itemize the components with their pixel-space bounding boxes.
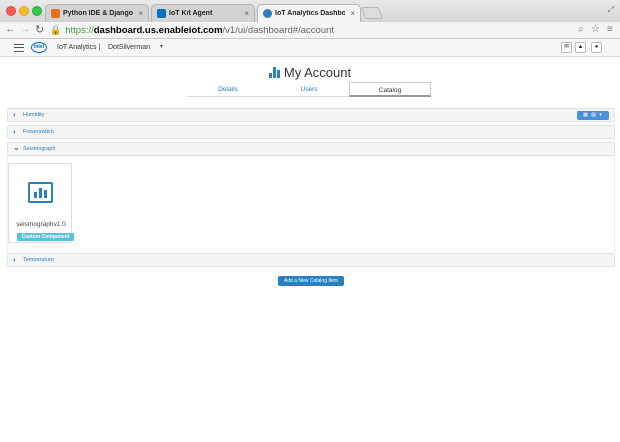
lock-icon: 🔒 [50,25,62,35]
page-title: My Account [0,65,620,80]
app-header: intel IoT Analytics | DotSilverman ▾ ✉ ▲… [0,39,620,57]
new-tab-button[interactable] [360,7,384,19]
browser-titlebar: Python IDE & Django IDE f × IoT Kit Agen… [0,0,620,22]
catalog-section-temperature[interactable]: › Temperature [7,253,615,267]
custom-component-badge: Custom Component [17,233,74,241]
catalog-section-seismograph[interactable]: ⌄ Seismograph [7,142,615,156]
intel-favicon-icon [157,9,166,18]
back-arrow-icon[interactable]: ← [5,23,16,35]
catalog-component-card[interactable]: seismographv1.0 Custom Component [8,163,74,243]
forward-arrow-icon[interactable]: → [20,23,31,35]
account-tabs: Details Users Catalog [187,82,431,97]
user-name[interactable]: DotSilverman [108,44,150,51]
browser-tab-iot-analytics-dashboard[interactable]: IoT Analytics Dashboard × [257,4,361,22]
catalog-section-powerswitch[interactable]: › Powerswitch [7,125,615,139]
browser-tab-python-ide[interactable]: Python IDE & Django IDE f × [45,4,149,22]
bar-chart-icon [268,67,281,78]
browser-toolbar: ← → ↻ 🔒 https://dashboard.us.enableiot.co… [0,22,620,39]
catalog-section-humidity[interactable]: › Humidity ▦ ▤ ▾ [7,108,615,122]
close-tab-icon[interactable]: × [138,9,143,18]
globe-favicon-icon [263,9,272,18]
close-tab-icon[interactable]: × [244,9,249,18]
view-toggle-buttons[interactable]: ▦ ▤ ▾ [577,111,609,120]
chevron-down-icon: ⌄ [13,143,20,152]
menu-icon[interactable]: ≡ [607,24,613,35]
fullscreen-icon[interactable]: ⤢ [608,5,614,15]
component-name: seismographv1.0 [16,221,66,228]
reload-icon[interactable]: ↻ [35,23,44,36]
tab-catalog[interactable]: Catalog [349,82,431,97]
tab-details[interactable]: Details [187,82,269,97]
address-bar[interactable]: 🔒 https://dashboard.us.enableiot.com/v1/u… [50,23,575,37]
zoom-search-icon[interactable]: ⌕ [578,24,584,35]
intel-logo: intel [31,42,47,53]
hamburger-menu-icon[interactable] [14,44,24,52]
chevron-right-icon: › [13,255,16,264]
browser-tab-iot-kit-agent[interactable]: IoT Kit Agent × [151,4,255,22]
add-catalog-item-button[interactable]: Add a New Catalog Item [278,276,344,286]
zoom-window-icon[interactable] [32,6,42,16]
chevron-right-icon: › [13,127,16,136]
bar-chart-icon [28,182,53,203]
python-ide-favicon-icon [51,9,60,18]
user-dropdown-caret-icon[interactable]: ▾ [160,43,163,50]
close-tab-icon[interactable]: × [350,9,355,18]
app-title[interactable]: IoT Analytics | [57,44,100,51]
user-icon[interactable]: ● [591,42,602,53]
bookmark-star-icon[interactable]: ☆ [591,24,600,35]
bell-icon[interactable]: ▲ [575,42,586,53]
close-window-icon[interactable] [6,6,16,16]
minimize-window-icon[interactable] [19,6,29,16]
tab-users[interactable]: Users [269,82,349,97]
seismograph-section-body [7,156,615,252]
envelope-icon[interactable]: ✉ [561,42,572,53]
chevron-right-icon: › [13,110,16,119]
